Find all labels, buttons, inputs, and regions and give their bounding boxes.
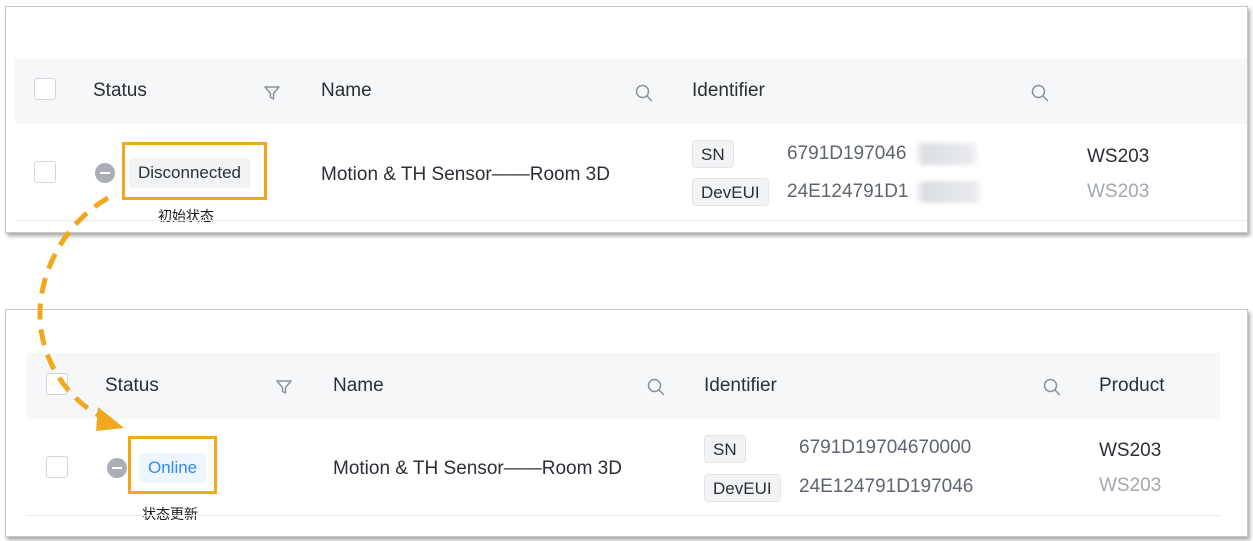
name-column-title: Name — [321, 80, 372, 101]
row-divider — [27, 515, 1220, 516]
minus-circle-icon — [95, 163, 115, 183]
caption-status-update: 状态更新 — [142, 507, 198, 523]
filter-icon[interactable] — [274, 377, 294, 397]
status-column-title: Status — [93, 80, 147, 101]
product-model-sub: WS203 — [1099, 475, 1162, 496]
search-icon[interactable] — [1042, 377, 1062, 397]
caption-initial-state: 初始状态 — [158, 209, 214, 225]
row-checkbox[interactable] — [34, 161, 56, 183]
select-all-checkbox[interactable] — [34, 78, 56, 100]
minus-circle-icon — [107, 458, 127, 478]
identifier-column-title: Identifier — [692, 80, 765, 101]
row-divider — [15, 220, 1247, 221]
device-table-after: Status Name Identifier Product Online 状态… — [5, 309, 1248, 537]
highlight-box — [128, 436, 217, 494]
sn-tag: SN — [704, 435, 746, 463]
search-icon[interactable] — [634, 83, 654, 103]
product-model: WS203 — [1099, 440, 1162, 461]
select-all-checkbox[interactable] — [46, 373, 68, 395]
search-icon[interactable] — [1030, 83, 1050, 103]
redaction-blur — [914, 143, 980, 165]
filter-icon[interactable] — [262, 83, 282, 103]
product-column-title: Product — [1099, 375, 1165, 396]
product-model: WS203 — [1087, 146, 1150, 167]
device-table-before: Status Name Identifier Disconnected 初始状态… — [5, 6, 1248, 233]
deveui-tag: DevEUI — [692, 178, 769, 206]
sn-value: 6791D197046 — [787, 143, 907, 164]
deveui-value: 24E124791D197046 — [799, 476, 974, 497]
redaction-blur — [914, 181, 984, 203]
name-column-title: Name — [333, 375, 384, 396]
row-checkbox[interactable] — [46, 456, 68, 478]
table-header — [15, 58, 1247, 124]
search-icon[interactable] — [646, 377, 666, 397]
sn-tag: SN — [692, 140, 734, 168]
device-name[interactable]: Motion & TH Sensor——Room 3D — [333, 458, 622, 480]
device-name[interactable]: Motion & TH Sensor——Room 3D — [321, 164, 610, 186]
sn-value: 6791D19704670000 — [799, 437, 972, 458]
identifier-column-title: Identifier — [704, 375, 777, 396]
deveui-value: 24E124791D1 — [787, 181, 909, 202]
product-model-sub: WS203 — [1087, 181, 1150, 202]
highlight-box — [122, 142, 267, 200]
status-column-title: Status — [105, 375, 159, 396]
deveui-tag: DevEUI — [704, 474, 781, 502]
